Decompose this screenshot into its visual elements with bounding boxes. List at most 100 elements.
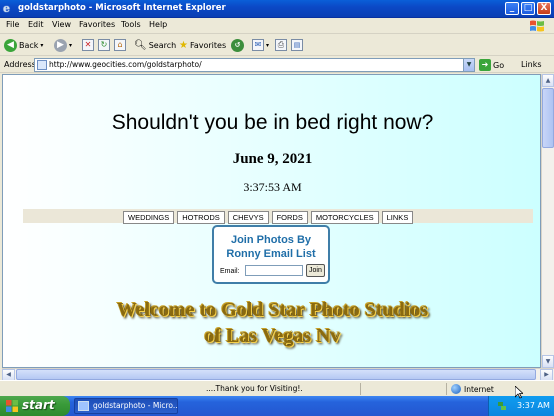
globe-icon [451,384,461,394]
taskbar-item-label: goldstarphoto - Micro... [93,401,178,410]
menu-edit[interactable]: Edit [28,20,44,29]
nav-weddings[interactable]: WEDDINGS [123,211,175,224]
menu-bar: File Edit View Favorites Tools Help [0,18,554,34]
mail-dropdown-icon: ▾ [266,41,270,49]
forward-dropdown-icon: ▾ [69,41,73,49]
search-button[interactable]: 🔍︎ Search [134,37,176,53]
page-icon [37,60,47,70]
forward-arrow-icon: ▶ [54,38,67,52]
start-button[interactable]: start [0,396,70,416]
taskbar-item-ie[interactable]: goldstarphoto - Micro... [74,398,178,414]
page-time: 3:37:53 AM [243,180,302,194]
go-label: Go [493,60,505,70]
maximize-button[interactable]: □ [521,2,535,15]
welcome-banner: Welcome to Gold Star Photo Studios of La… [3,297,540,349]
vertical-scroll-thumb[interactable] [542,88,554,148]
mouse-cursor-icon [515,386,523,399]
stop-button[interactable]: ✕ [82,37,94,53]
menu-favorites[interactable]: Favorites [79,20,115,29]
page-date: June 9, 2021 [232,151,313,167]
menu-view[interactable]: View [52,20,71,29]
refresh-button[interactable]: ↻ [98,37,110,53]
forward-button[interactable]: ▶ ▾ [54,37,72,53]
go-arrow-icon: ➜ [479,59,491,71]
address-dropdown-button[interactable]: ▼ [463,58,475,72]
back-arrow-icon: ◀ [4,38,17,52]
email-label: Email: [220,268,240,275]
window-title: goldstarphoto - Microsoft Internet Explo… [18,3,226,13]
ie-icon: e [3,2,10,15]
search-label: Search [148,40,177,50]
status-message: ....Thank you for Visiting!. [206,384,303,393]
system-tray: 3:37 AM [488,396,554,416]
nav-hotrods[interactable]: HOTRODS [177,211,225,224]
back-label: Back [19,40,39,50]
page-content: Shouldn't you be in bed right now? June … [2,74,541,368]
favorites-label: Favorites [189,40,227,50]
nav-fords[interactable]: FORDS [271,211,308,224]
tray-clock[interactable]: 3:37 AM [517,401,550,410]
signup-title-line1: Join Photos By [230,234,312,246]
refresh-icon: ↻ [98,39,110,51]
menu-tools[interactable]: Tools [121,20,141,29]
print-icon: ⎙ [275,39,287,51]
ie-window-icon [78,401,89,411]
vertical-scrollbar[interactable]: ▲ ▼ [541,74,554,368]
status-bar: ....Thank you for Visiting!. Internet [0,380,554,396]
scroll-down-icon[interactable]: ▼ [542,355,554,368]
status-divider [360,383,361,395]
search-icon: 🔍︎ [134,39,147,51]
page-heading: Shouldn't you be in bed right now? [111,111,434,134]
menu-file[interactable]: File [6,20,19,29]
address-bar: Address http://www.geocities.com/goldsta… [0,57,554,73]
history-icon: ↺ [231,38,244,52]
signup-title-line2: Ronny Email List [226,248,316,260]
toolbar: ◀ Back ▾ ▶ ▾ ✕ ↻ ⌂ 🔍︎ Search ★ Favorites… [0,34,554,56]
minimize-button[interactable]: _ [505,2,519,15]
windows-flag-icon [6,400,18,412]
signup-title: Join Photos By Ronny Email List [214,233,328,261]
edit-page-icon: ▤ [291,39,303,51]
nav-chevys[interactable]: CHEVYS [227,211,269,224]
print-button[interactable]: ⎙ [275,37,287,53]
horizontal-scrollbar[interactable]: ◀ ▶ [2,368,554,381]
home-icon: ⌂ [114,39,126,51]
horizontal-scroll-thumb[interactable] [16,369,536,380]
nav-links[interactable]: LINKS [381,211,414,224]
go-button[interactable]: ➜ Go [479,59,504,71]
mail-button[interactable]: ✉ ▾ [252,37,269,53]
favorites-button[interactable]: ★ Favorites [179,37,226,53]
welcome-line2: of Las Vegas Nv [204,325,341,347]
address-label: Address [4,60,36,69]
network-icon[interactable] [497,401,507,411]
zone-label: Internet [464,384,494,394]
browser-window: e goldstarphoto - Microsoft Internet Exp… [0,0,554,396]
title-bar[interactable]: e goldstarphoto - Microsoft Internet Exp… [0,0,554,18]
back-dropdown-icon: ▾ [40,41,44,49]
join-button[interactable]: Join [306,264,325,277]
close-button[interactable]: X [537,2,551,15]
address-url: http://www.geocities.com/goldstarphoto/ [49,60,202,69]
security-zone: Internet [451,384,494,394]
favorites-star-icon: ★ [179,39,188,51]
address-input[interactable]: http://www.geocities.com/goldstarphoto/ [34,58,475,72]
email-signup-box: Join Photos By Ronny Email List Email: J… [212,225,330,284]
cutoff-text-row [25,359,535,367]
status-divider [446,383,447,395]
mail-icon: ✉ [252,39,264,51]
start-label: start [22,398,55,412]
home-button[interactable]: ⌂ [114,37,126,53]
taskbar: start goldstarphoto - Micro... 3:37 AM [0,396,554,416]
scroll-up-icon[interactable]: ▲ [542,74,554,87]
stop-icon: ✕ [82,39,94,51]
history-button[interactable]: ↺ [231,37,244,53]
back-button[interactable]: ◀ Back ▾ [4,37,43,53]
links-button[interactable]: Links [521,60,542,69]
menu-help[interactable]: Help [149,20,167,29]
email-input[interactable] [245,265,303,276]
site-nav: WEDDINGS HOTRODS CHEVYS FORDS MOTORCYCLE… [123,211,416,224]
welcome-line1: Welcome to Gold Star Photo Studios [116,299,429,321]
edit-button[interactable]: ▤ [291,37,303,53]
nav-motorcycles[interactable]: MOTORCYCLES [310,211,379,224]
windows-logo-icon [530,20,544,32]
